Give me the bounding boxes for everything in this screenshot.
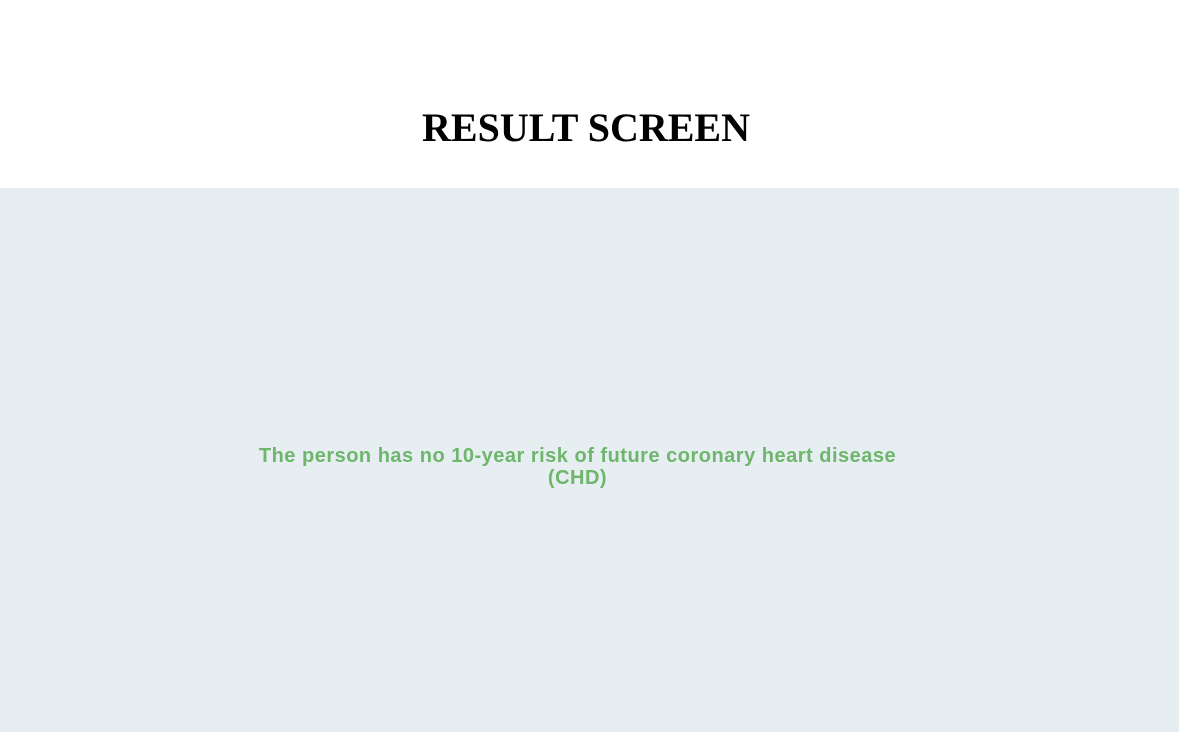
page-header: RESULT SCREEN — [0, 0, 1186, 188]
page-title: RESULT SCREEN — [422, 105, 750, 150]
result-panel: The person has no 10-year risk of future… — [0, 188, 1179, 732]
result-page: RESULT SCREEN The person has no 10-year … — [0, 0, 1186, 733]
result-message: The person has no 10-year risk of future… — [258, 445, 897, 489]
